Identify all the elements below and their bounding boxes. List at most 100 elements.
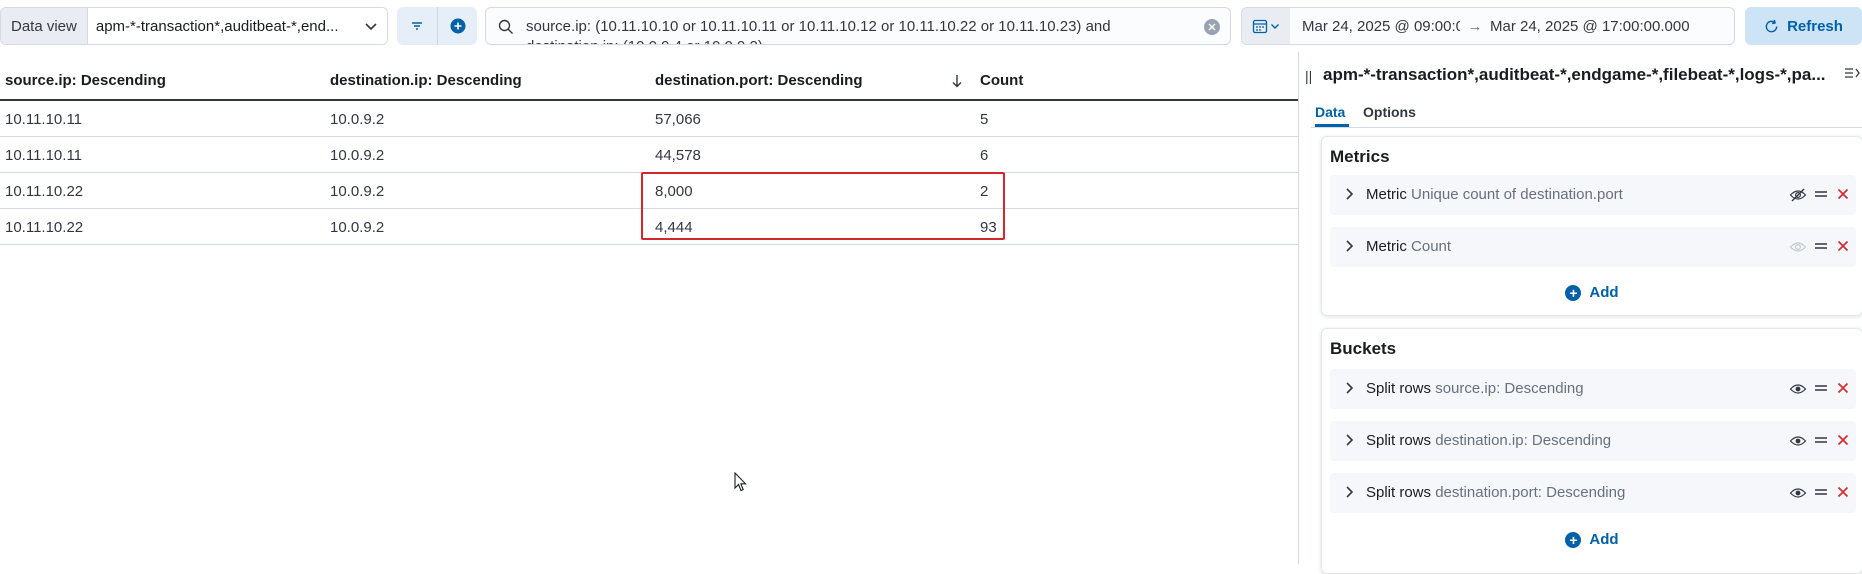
data-view-value: apm-*-transaction*,auditbeat-*,end...	[95, 17, 339, 35]
table-row: 10.11.10.11 10.0.9.2 44,578 6	[0, 137, 1298, 173]
metric-item: Metric Unique count of destination.port	[1330, 175, 1856, 215]
tab-options[interactable]: Options	[1363, 104, 1416, 120]
chevron-down-icon	[363, 18, 379, 34]
cell-destination-port: 57,066	[655, 111, 701, 128]
chevron-right-icon[interactable]	[1342, 187, 1356, 205]
cell-source-ip: 10.11.10.22	[5, 219, 84, 236]
metric-label: Metric Unique count of destination.port	[1366, 186, 1623, 203]
drag-handle-icon[interactable]	[1814, 485, 1828, 503]
eye-icon	[1789, 239, 1807, 259]
cell-source-ip: 10.11.10.11	[5, 147, 83, 164]
plus-circle-icon	[450, 18, 465, 34]
sort-descending-icon[interactable]	[950, 73, 964, 93]
data-view-selector[interactable]: apm-*-transaction*,auditbeat-*,end...	[87, 8, 387, 44]
eye-icon[interactable]	[1789, 485, 1807, 505]
data-view-picker[interactable]: Data view apm-*-transaction*,auditbeat-*…	[0, 7, 388, 45]
arrow-right-icon: →	[1467, 17, 1483, 35]
filter-buttons	[397, 7, 477, 45]
query-bar: Data view apm-*-transaction*,auditbeat-*…	[0, 0, 1862, 52]
bucket-item: Split rows destination.ip: Descending	[1330, 421, 1856, 461]
add-bucket-button[interactable]: + Add	[1322, 531, 1862, 548]
cell-count: 6	[980, 147, 989, 164]
cell-count: 2	[980, 183, 989, 200]
plus-circle-icon: +	[1565, 284, 1582, 301]
bucket-label: Split rows destination.ip: Descending	[1366, 432, 1612, 449]
query-text: source.ip: (10.11.10.10 or 10.11.10.11 o…	[526, 18, 1111, 44]
drag-handle-icon[interactable]	[1814, 187, 1828, 205]
metrics-section: Metrics Metric Unique count of destinati…	[1321, 136, 1862, 316]
chevron-right-icon[interactable]	[1342, 239, 1356, 257]
tab-data[interactable]: Data	[1315, 104, 1345, 120]
drag-handle-icon[interactable]	[1814, 239, 1828, 257]
buckets-section: Buckets Split rows source.ip: Descending…	[1321, 328, 1862, 574]
active-tab-indicator	[1315, 124, 1349, 127]
cell-destination-ip: 10.0.9.2	[330, 147, 385, 164]
cell-source-ip: 10.11.10.22	[5, 183, 84, 200]
add-label: Add	[1589, 284, 1619, 301]
metrics-title: Metrics	[1330, 147, 1390, 166]
refresh-label: Refresh	[1787, 17, 1843, 35]
table-row: 10.11.10.22 10.0.9.2 4,444 93	[0, 209, 1298, 245]
mouse-cursor-icon	[734, 471, 748, 496]
cell-destination-ip: 10.0.9.2	[330, 183, 385, 200]
chevron-down-icon	[1271, 24, 1279, 29]
table-row: 10.11.10.11 10.0.9.2 57,066 5	[0, 101, 1298, 137]
chevron-right-icon[interactable]	[1342, 485, 1356, 503]
metric-item: Metric Count	[1330, 227, 1856, 267]
bucket-item: Split rows destination.port: Descending	[1330, 473, 1856, 513]
drag-handle-icon[interactable]	[1814, 433, 1828, 451]
eye-icon[interactable]	[1789, 381, 1807, 401]
search-icon	[498, 19, 514, 39]
date-start[interactable]: Mar 24, 2025 @ 09:00:00.0...	[1290, 18, 1460, 35]
column-header-source-ip[interactable]: source.ip: Descending	[5, 72, 166, 89]
remove-icon[interactable]	[1837, 187, 1849, 204]
calendar-icon	[1252, 19, 1268, 34]
column-header-destination-ip[interactable]: destination.ip: Descending	[330, 72, 522, 89]
search-input[interactable]: source.ip: (10.11.10.10 or 10.11.10.11 o…	[485, 7, 1231, 45]
buckets-title: Buckets	[1330, 339, 1397, 358]
cell-destination-ip: 10.0.9.2	[330, 111, 385, 128]
resize-handle-icon[interactable]: ||	[1305, 68, 1312, 84]
add-metric-button[interactable]: + Add	[1322, 284, 1862, 301]
plus-circle-icon: +	[1565, 531, 1582, 548]
cell-destination-ip: 10.0.9.2	[330, 219, 385, 236]
bucket-label: Split rows destination.port: Descending	[1366, 484, 1626, 501]
data-table: source.ip: Descending destination.ip: De…	[0, 62, 1298, 564]
eye-closed-icon[interactable]	[1789, 187, 1807, 207]
cell-destination-port: 4,444	[655, 219, 693, 236]
drag-handle-icon[interactable]	[1814, 381, 1828, 399]
cell-count: 93	[980, 219, 997, 236]
chevron-right-icon[interactable]	[1342, 381, 1356, 399]
remove-icon[interactable]	[1837, 239, 1849, 256]
clear-query-icon[interactable]	[1204, 19, 1220, 35]
cell-destination-port: 44,578	[655, 147, 701, 164]
chevron-right-icon[interactable]	[1342, 433, 1356, 451]
collapse-panel-icon[interactable]	[1844, 66, 1860, 84]
add-label: Add	[1589, 531, 1619, 548]
panel-tabs: Data Options	[1311, 96, 1862, 128]
eye-icon[interactable]	[1789, 433, 1807, 453]
filter-icon	[412, 22, 422, 30]
date-end[interactable]: Mar 24, 2025 @ 17:00:00.000	[1490, 18, 1734, 35]
table-row: 10.11.10.22 10.0.9.2 8,000 2	[0, 173, 1298, 209]
column-header-destination-port[interactable]: destination.port: Descending	[655, 72, 863, 89]
data-view-label: Data view	[1, 8, 88, 44]
panel-title: apm-*-transaction*,auditbeat-*,endgame-*…	[1323, 65, 1826, 84]
remove-icon[interactable]	[1837, 485, 1849, 502]
metric-label: Metric Count	[1366, 238, 1452, 255]
quick-date-menu-button[interactable]	[1242, 8, 1290, 44]
editor-panel: || apm-*-transaction*,auditbeat-*,endgam…	[1298, 52, 1862, 574]
remove-icon[interactable]	[1837, 433, 1849, 450]
remove-icon[interactable]	[1837, 381, 1849, 398]
column-header-count[interactable]: Count	[980, 72, 1023, 89]
table-header: source.ip: Descending destination.ip: De…	[0, 62, 1298, 101]
refresh-icon	[1765, 19, 1778, 32]
refresh-button[interactable]: Refresh	[1745, 7, 1862, 45]
bucket-label: Split rows source.ip: Descending	[1366, 380, 1584, 397]
cell-destination-port: 8,000	[655, 183, 693, 200]
filter-menu-button[interactable]	[397, 7, 437, 45]
cell-source-ip: 10.11.10.11	[5, 111, 83, 128]
cell-count: 5	[980, 111, 989, 128]
add-filter-button[interactable]	[437, 7, 477, 45]
bucket-item: Split rows source.ip: Descending	[1330, 369, 1856, 409]
